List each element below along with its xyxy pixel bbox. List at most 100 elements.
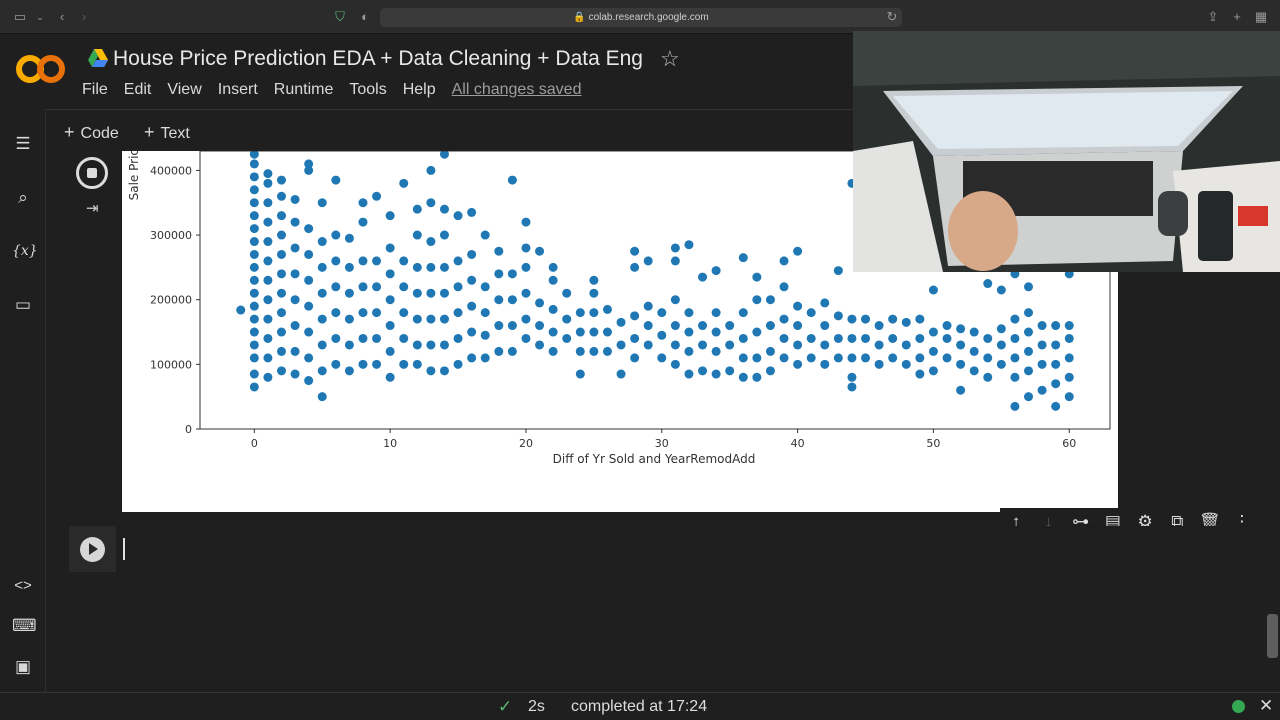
scatter-point: [616, 317, 626, 327]
add-code-label: Code: [80, 125, 119, 142]
scatter-point: [304, 353, 314, 363]
scatter-point: [249, 237, 259, 247]
scatter-point: [412, 230, 422, 240]
scatter-point: [521, 333, 531, 343]
scatter-point: [358, 308, 368, 318]
scatter-point: [385, 295, 395, 305]
url-text: colab.research.google.com: [588, 12, 709, 23]
share-icon[interactable]: ⇪: [1205, 9, 1221, 25]
scatter-point: [643, 321, 653, 331]
shield-icon[interactable]: ⛉: [332, 9, 348, 25]
scatter-point: [956, 359, 966, 369]
scatter-point: [548, 346, 558, 356]
scatter-point: [698, 321, 708, 331]
scatter-point: [915, 353, 925, 363]
menu-insert[interactable]: Insert: [218, 81, 258, 99]
connection-status-icon[interactable]: [1232, 700, 1245, 713]
menu-edit[interactable]: Edit: [124, 81, 152, 99]
menu-runtime[interactable]: Runtime: [274, 81, 334, 99]
scatter-point: [1024, 327, 1034, 337]
back-icon[interactable]: ‹: [54, 9, 70, 25]
execution-status[interactable]: completed at 17:24: [571, 698, 707, 716]
scatter-point: [344, 233, 354, 243]
scatter-point: [426, 198, 436, 208]
scatter-point: [276, 366, 286, 376]
notebook-title[interactable]: House Price Prediction EDA + Data Cleani…: [113, 47, 643, 71]
scatter-point: [439, 262, 449, 272]
chevron-down-icon[interactable]: ⌄: [32, 9, 48, 25]
scatter-point: [439, 230, 449, 240]
close-icon[interactable]: ✕: [1259, 696, 1273, 716]
menu-file[interactable]: File: [82, 81, 108, 99]
scatter-point: [548, 327, 558, 337]
scatter-point: [1010, 314, 1020, 324]
files-icon[interactable]: ▭: [12, 294, 34, 316]
scatter-point: [589, 308, 599, 318]
tab-overview-icon[interactable]: ▦: [1253, 9, 1269, 25]
table-of-contents-icon[interactable]: ☰: [12, 133, 34, 155]
star-icon[interactable]: ☆: [660, 46, 680, 72]
scatter-point: [1024, 282, 1034, 292]
scatter-point: [1024, 392, 1034, 402]
drive-icon[interactable]: [88, 49, 108, 67]
lock-icon: 🔒: [573, 12, 586, 23]
menu-tools[interactable]: Tools: [349, 81, 386, 99]
search-icon[interactable]: ⌕: [12, 187, 34, 209]
scatter-point: [765, 366, 775, 376]
reload-icon[interactable]: ↻: [884, 9, 900, 25]
scatter-point: [507, 346, 517, 356]
scatter-point: [290, 346, 300, 356]
scatter-point: [385, 211, 395, 221]
scatter-point: [725, 321, 735, 331]
scatter-point: [847, 382, 857, 392]
scatter-point: [412, 204, 422, 214]
scatter-point: [874, 340, 884, 350]
stop-cell-icon[interactable]: [76, 157, 108, 189]
scatter-point: [779, 333, 789, 343]
scatter-point: [385, 321, 395, 331]
scatter-point: [956, 385, 966, 395]
add-text-button[interactable]: + Text: [144, 122, 190, 143]
code-editor[interactable]: [116, 526, 1260, 572]
scatter-point: [928, 346, 938, 356]
scatter-point: [847, 333, 857, 343]
new-tab-icon[interactable]: +: [1229, 9, 1245, 25]
menu-help[interactable]: Help: [403, 81, 436, 99]
scatter-point: [616, 340, 626, 350]
save-status-link[interactable]: All changes saved: [452, 81, 582, 99]
scatter-point: [1051, 340, 1061, 350]
run-cell-button[interactable]: [80, 537, 105, 562]
scatter-point: [996, 340, 1006, 350]
code-snippets-icon[interactable]: <>: [12, 575, 34, 597]
scatter-point: [996, 359, 1006, 369]
scatter-point: [1037, 385, 1047, 395]
scatter-point: [249, 159, 259, 169]
scrollbar[interactable]: [1267, 614, 1278, 658]
scatter-point: [1064, 321, 1074, 331]
output-actions-icon[interactable]: ⇥: [86, 199, 104, 217]
scatter-point: [249, 327, 259, 337]
scatter-point: [535, 340, 545, 350]
scatter-point: [263, 169, 273, 179]
colab-logo-icon[interactable]: [16, 52, 66, 86]
execution-duration[interactable]: 2s: [528, 698, 545, 716]
scatter-point: [575, 346, 585, 356]
scatter-point: [249, 151, 259, 159]
scatter-point: [983, 372, 993, 382]
sidebar-toggle-icon[interactable]: ▭: [12, 9, 28, 25]
scatter-point: [548, 275, 558, 285]
terminal-icon[interactable]: ▣: [12, 656, 34, 678]
scatter-point: [426, 237, 436, 247]
add-code-button[interactable]: + Code: [64, 122, 119, 143]
reader-icon[interactable]: ◐: [357, 9, 373, 25]
address-bar[interactable]: 🔒 colab.research.google.com: [380, 8, 902, 27]
menu-view[interactable]: View: [167, 81, 201, 99]
scatter-point: [779, 256, 789, 266]
scatter-point: [861, 314, 871, 324]
scatter-point: [426, 314, 436, 324]
command-palette-icon[interactable]: ⌨: [12, 615, 37, 637]
scatter-point: [249, 185, 259, 195]
scatter-point: [494, 346, 504, 356]
scatter-point: [915, 314, 925, 324]
variables-icon[interactable]: {x}: [12, 240, 38, 262]
